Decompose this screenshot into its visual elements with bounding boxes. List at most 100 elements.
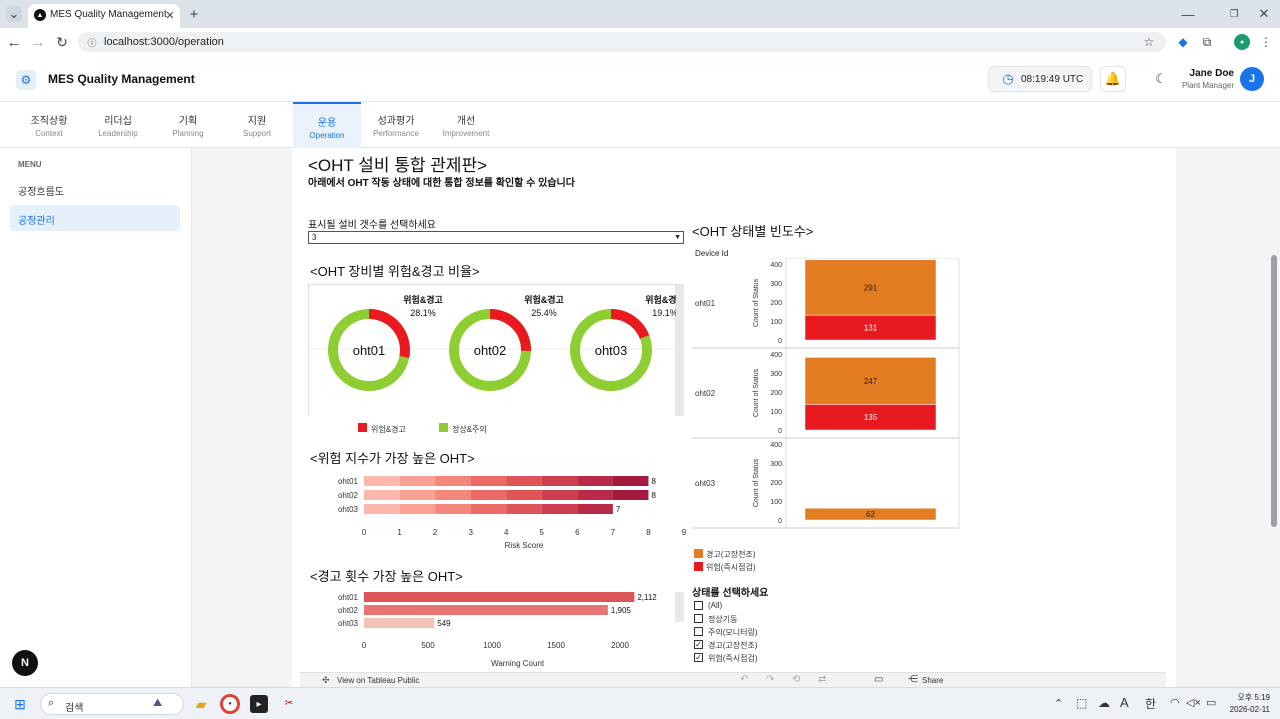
forward-icon[interactable]: → — [30, 34, 46, 51]
profile-icon[interactable]: ● — [1234, 34, 1250, 50]
donut-series-label: 위험&경고 — [524, 294, 564, 305]
status-device-label: oht03 — [695, 479, 716, 488]
tab-context[interactable]: 조직상황 Context — [15, 102, 83, 148]
checkbox[interactable] — [694, 601, 703, 610]
page-scrollbar[interactable] — [1271, 255, 1277, 527]
user-name: Jane Doe — [1189, 68, 1234, 79]
reload-icon[interactable]: ↻ — [54, 34, 70, 50]
address-bar[interactable]: ⓘ localhost:3000/operation ☆ — [78, 32, 1166, 52]
tab-planning[interactable]: 기획 Planning — [154, 102, 222, 148]
taskbar-search[interactable]: ⌕ 검색 ⛰ — [40, 693, 184, 715]
status-tick-label: 300 — [770, 281, 782, 288]
site-info-icon[interactable]: ⓘ — [86, 36, 98, 48]
tray-chevron-icon[interactable]: ⌃ — [1054, 697, 1063, 710]
share-label[interactable]: Share — [922, 676, 943, 685]
tab-improvement[interactable]: 개선 Improvement — [432, 102, 500, 148]
window-close-icon[interactable]: ✕ — [1256, 6, 1272, 22]
new-tab-icon[interactable]: + — [186, 6, 202, 23]
clock-time: 08:19:49 UTC — [1021, 74, 1084, 85]
warning-chart: oht01 2,112 oht02 1,905 oht03 549 0 500 1000 1500… — [338, 592, 657, 668]
filter-title: 상태를 선택하세요 — [692, 588, 769, 599]
tab-sublabel: Planning — [172, 129, 204, 138]
tray-app-icon[interactable]: ⬚ — [1076, 696, 1087, 710]
device-count-select[interactable]: 3 ▼ — [308, 231, 684, 244]
sidebar-item-label: 공정관리 — [18, 216, 55, 227]
filter-option-risk[interactable]: ✓ 위험(즉시점검) — [694, 652, 804, 664]
risk-tick-label: 6 — [575, 528, 580, 537]
dashboard-subtitle: 아래에서 OHT 작동 상태에 대한 통합 정보를 확인할 수 있습니다 — [308, 178, 575, 189]
risk-tick-label: 2 — [433, 528, 438, 537]
tab-operation[interactable]: 운용 Operation — [293, 102, 361, 148]
bookmark-star-icon[interactable]: ☆ — [1142, 35, 1156, 49]
browser-tab[interactable]: ▲ MES Quality Management ✕ — [28, 4, 180, 28]
sidebar-item-process-flow[interactable]: 공정흐름도 — [10, 178, 180, 200]
checkbox[interactable] — [694, 627, 703, 636]
risk-bar-segment — [364, 504, 400, 514]
donut-scrollbar[interactable] — [675, 284, 684, 416]
windows-start-icon[interactable]: ⊞ — [12, 696, 28, 712]
redo-icon[interactable]: ↷ — [766, 674, 774, 685]
nextjs-devtools-icon[interactable]: N — [12, 650, 38, 676]
factory-logo-icon: ⚙ — [16, 70, 36, 90]
volume-icon[interactable]: ◁× — [1186, 696, 1201, 709]
puzzle-icon[interactable]: ⧉ — [1200, 35, 1214, 49]
donut-value-label: 28.1% — [410, 308, 436, 318]
more-menu-icon[interactable]: ⋮ — [1260, 34, 1272, 50]
risk-bar-segment — [470, 490, 507, 500]
undo-icon[interactable]: ↶ — [740, 674, 748, 685]
warning-scrollbar[interactable] — [675, 592, 684, 622]
tab-support[interactable]: 지원 Support — [223, 102, 291, 148]
risk-tick-label: 8 — [646, 528, 651, 537]
select-label: 표시될 설비 갯수를 선택하세요 — [308, 220, 436, 231]
checkbox-checked[interactable]: ✓ — [694, 653, 703, 662]
file-explorer-icon[interactable]: ▰ — [192, 695, 210, 713]
notification-bell-icon[interactable]: 🔔 — [1100, 66, 1126, 92]
taskbar-date[interactable]: 2026-02-11 — [1222, 705, 1270, 714]
terminal-app-icon[interactable]: ▸ — [250, 695, 268, 713]
close-tab-icon[interactable]: ✕ — [164, 8, 176, 22]
tab-performance[interactable]: 성과평가 Performance — [362, 102, 430, 148]
back-icon[interactable]: ← — [6, 34, 22, 51]
risk-bar-segment — [399, 490, 436, 500]
maximize-icon[interactable]: ❐ — [1226, 6, 1242, 22]
share-icon[interactable]: ⋲ — [908, 674, 918, 685]
risk-tick-label: 3 — [468, 528, 473, 537]
ime-a-icon[interactable]: A — [1120, 695, 1129, 710]
refresh-icon[interactable]: ⇄ — [818, 674, 826, 685]
risk-bar-segment — [577, 490, 613, 500]
sidebar-item-process-management[interactable]: 공정관리 — [10, 205, 180, 231]
tableau-panel: <OHT 설비 통합 관제판> 아래에서 OHT 작동 상태에 대한 통합 정보… — [292, 148, 1176, 687]
minimize-icon[interactable]: — — [1180, 6, 1196, 22]
ime-lang-icon[interactable]: 한 — [1145, 695, 1156, 712]
top-nav-tabs: 조직상황 Context 리더십 Leadership 기획 Planning 지원 S… — [0, 102, 1280, 148]
risk-category-label: oht01 — [338, 477, 359, 486]
view-on-tableau-link[interactable]: View on Tableau Public — [337, 676, 419, 685]
tab-list-icon[interactable]: ⌄ — [6, 6, 22, 22]
avatar[interactable]: J — [1240, 67, 1264, 91]
battery-icon[interactable]: ▭ — [1206, 696, 1216, 709]
warning-tick-label: 1000 — [483, 641, 501, 650]
device-layout-icon[interactable]: ▭ — [874, 674, 883, 685]
browser-tab-strip: ⌄ ▲ MES Quality Management ✕ + — ❐ ✕ — [0, 0, 1280, 28]
filter-option-caution[interactable]: 주의(모니터링) — [694, 626, 804, 638]
tab-leadership[interactable]: 리더십 Leadership — [84, 102, 152, 148]
status-device-label: oht01 — [695, 299, 716, 308]
filter-option-label: 경고(고장전조) — [708, 641, 758, 650]
filter-option-label: 주의(모니터링) — [708, 628, 758, 637]
risk-bar-segment — [506, 476, 542, 486]
filter-option-warning[interactable]: ✓ 경고(고장전조) — [694, 639, 804, 651]
wifi-icon[interactable]: ◠ — [1170, 696, 1180, 709]
checkbox[interactable] — [694, 614, 703, 623]
filter-option-normal[interactable]: 정상기동 — [694, 613, 804, 625]
risk-bar-segment — [612, 476, 649, 486]
tray-cloud-icon[interactable]: ☁ — [1098, 696, 1110, 710]
chrome-icon[interactable]: ● — [220, 694, 240, 714]
filter-option-all[interactable]: (All) — [694, 600, 804, 612]
taskbar-time[interactable]: 오후 5:19 — [1226, 692, 1270, 703]
status-chart: oht01 Count of Status 400 300 200 100 0 131 291 o… — [692, 258, 960, 529]
checkbox-checked[interactable]: ✓ — [694, 640, 703, 649]
extension-icon[interactable]: ◆ — [1176, 35, 1190, 49]
risk-value-label: 8 — [651, 477, 656, 486]
revert-icon[interactable]: ⟲ — [792, 674, 800, 685]
snipping-tool-icon[interactable]: ✂ — [282, 696, 296, 710]
